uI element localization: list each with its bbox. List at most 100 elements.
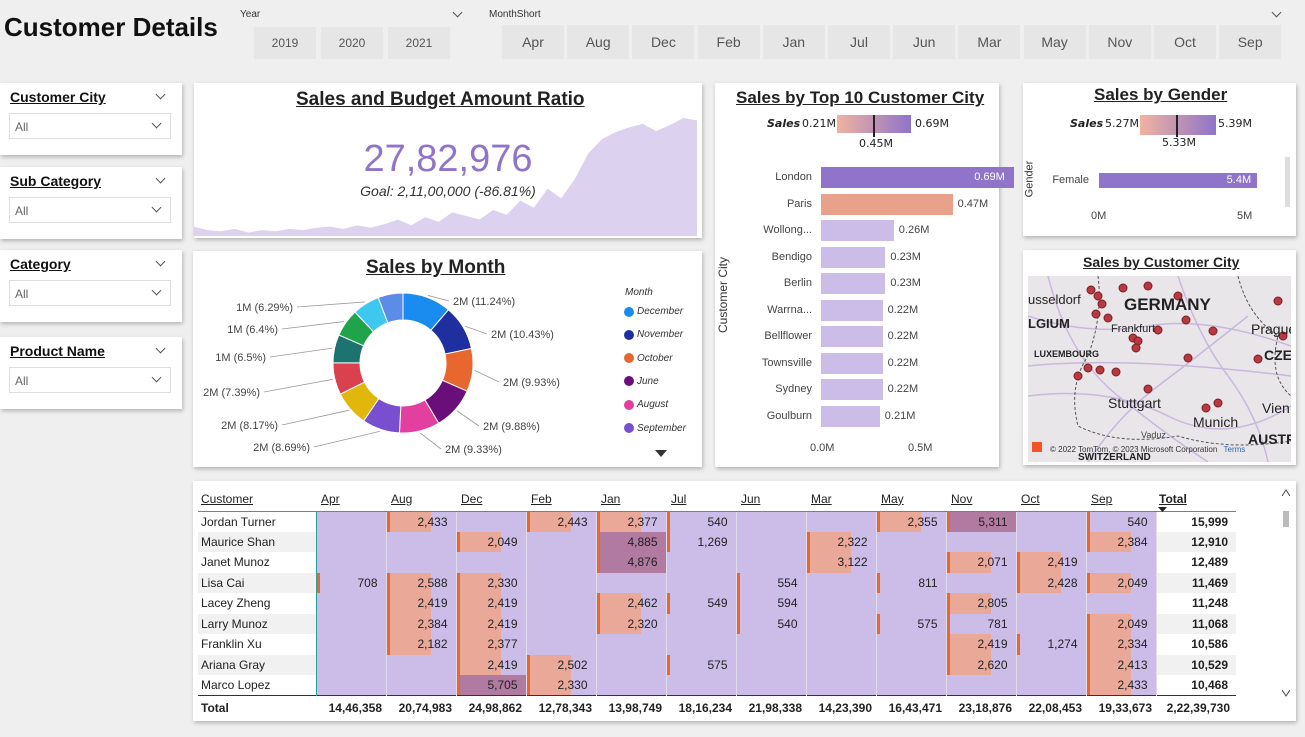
month-tile-dec[interactable]: Dec <box>632 25 695 59</box>
month-tile-jan[interactable]: Jan <box>762 25 825 59</box>
month-tile-nov[interactable]: Nov <box>1088 25 1151 59</box>
donut-label: 2M (9.33%) <box>445 444 502 456</box>
month-tile-feb[interactable]: Feb <box>697 25 760 59</box>
month-tile-apr[interactable]: Apr <box>502 25 564 59</box>
city-bar[interactable] <box>821 299 883 321</box>
col-header-jul[interactable]: Jul <box>666 487 736 512</box>
scrollbar[interactable] <box>1282 489 1290 713</box>
chevron-down-icon[interactable] <box>151 118 162 129</box>
cell-value: 540 <box>1127 514 1148 529</box>
chevron-down-icon[interactable] <box>155 89 166 100</box>
chevron-down-icon[interactable] <box>1271 7 1282 18</box>
map-label-austria: AUSTRI <box>1248 431 1291 447</box>
city-value-label: 0.23M <box>890 250 921 263</box>
chevron-down-icon[interactable] <box>155 343 166 354</box>
legend-item-september[interactable]: September <box>624 423 686 434</box>
scrollbar[interactable] <box>1285 157 1290 207</box>
table-row[interactable]: Janet Munoz 4,876 3,122 2,071 2,419 12,489 <box>198 552 1236 573</box>
table-row[interactable]: Lacey Zheng 2,419 2,419 2,462 549 594 2,805 11,… <box>198 593 1236 614</box>
matrix-cell: 2,443 <box>526 511 597 532</box>
col-header-mar[interactable]: Mar <box>806 487 876 512</box>
terms-link[interactable]: Terms <box>1224 445 1246 454</box>
month-tile-aug[interactable]: Aug <box>567 25 630 59</box>
table-row[interactable]: Jordan Turner 2,433 2,443 2,377 540 2,355 5,31… <box>198 511 1236 532</box>
month-tile-jul[interactable]: Jul <box>828 25 890 59</box>
matrix-grid: Customer Apr Aug Dec Feb Jan Jul Jun Mar May Nov Oc… <box>198 487 1236 720</box>
col-header-aug[interactable]: Aug <box>386 487 456 512</box>
chevron-down-icon[interactable] <box>155 256 166 267</box>
month-tile-sep[interactable]: Sep <box>1219 25 1282 59</box>
cell-databar <box>1086 511 1108 532</box>
col-header-customer[interactable]: Customer <box>198 487 316 512</box>
filter-dropdown[interactable]: All <box>9 113 171 139</box>
table-row[interactable]: Marco Lopez 5,705 2,330 2,433 10,468 <box>198 675 1236 696</box>
year-tile-2019[interactable]: 2019 <box>254 27 316 59</box>
month-tile-oct[interactable]: Oct <box>1154 25 1216 59</box>
col-header-feb[interactable]: Feb <box>526 487 596 512</box>
col-header-jun[interactable]: Jun <box>736 487 806 512</box>
donut-leader-line <box>464 325 488 335</box>
month-tile-may[interactable]: May <box>1023 25 1086 59</box>
map-canvas[interactable]: usseldorf GERMANY LGIUM Frankfurt Prague… <box>1028 276 1291 462</box>
table-row[interactable]: Franklin Xu 2,182 2,377 2,419 1,274 2,334 10,5… <box>198 634 1236 655</box>
filter-dropdown[interactable]: All <box>9 280 171 306</box>
city-bar[interactable] <box>821 352 883 374</box>
year-tile-2021[interactable]: 2021 <box>388 27 450 59</box>
city-bar[interactable] <box>821 246 886 268</box>
filter-dropdown[interactable]: All <box>9 197 171 223</box>
city-bar[interactable] <box>821 405 880 427</box>
cell-value: 2,419 <box>487 657 518 672</box>
city-bar[interactable] <box>821 326 883 347</box>
table-row[interactable]: Larry Munoz 2,384 2,419 2,320 540 575 781 2,049… <box>198 613 1236 634</box>
matrix-cell: 2,419 <box>456 613 527 634</box>
filter-dropdown[interactable]: All <box>9 367 171 393</box>
top-cities-legend: Sales 0.21M 0.69M 0.45M <box>767 115 997 155</box>
matrix-cell: 540 <box>736 613 807 634</box>
col-header-sep[interactable]: Sep <box>1086 487 1156 512</box>
scroll-down-icon[interactable] <box>1282 689 1290 697</box>
city-bar[interactable] <box>821 193 953 215</box>
chevron-down-icon[interactable] <box>452 7 463 18</box>
month-tile-mar[interactable]: Mar <box>958 25 1021 59</box>
city-bar[interactable] <box>821 220 894 241</box>
col-header-apr[interactable]: Apr <box>316 487 386 512</box>
col-header-jan[interactable]: Jan <box>596 487 666 512</box>
matrix-cell <box>526 552 597 573</box>
city-bar[interactable] <box>821 273 886 294</box>
legend-item-november[interactable]: November <box>624 329 683 340</box>
col-header-oct[interactable]: Oct <box>1016 487 1086 512</box>
year-slicer-label: Year <box>240 9 261 20</box>
row-total: 11,469 <box>1156 572 1236 593</box>
city-bar[interactable] <box>821 379 883 400</box>
scroll-thumb[interactable] <box>1283 511 1289 527</box>
legend-item-october[interactable]: October <box>624 353 673 364</box>
table-row[interactable]: Ariana Gray 2,419 2,502 575 2,620 2,413 10,529 <box>198 654 1236 675</box>
legend-item-june[interactable]: June <box>624 376 659 387</box>
legend-item-august[interactable]: August <box>624 399 668 410</box>
scroll-up-icon[interactable] <box>1282 489 1290 497</box>
matrix-cell <box>666 552 737 573</box>
legend-scroll-down-icon[interactable] <box>655 450 667 458</box>
table-row[interactable]: Lisa Cai 708 2,588 2,330 554 811 2,428 2,049 11,… <box>198 572 1236 593</box>
matrix-cell <box>316 675 387 696</box>
matrix-cell: 2,428 <box>1016 572 1087 593</box>
month-tile-jun[interactable]: Jun <box>893 25 956 59</box>
col-header-may[interactable]: May <box>876 487 946 512</box>
chevron-down-icon[interactable] <box>151 285 162 296</box>
chevron-down-icon[interactable] <box>155 173 166 184</box>
matrix-cell <box>596 654 667 675</box>
matrix-cell: 2,049 <box>456 531 527 552</box>
chevron-down-icon[interactable] <box>151 372 162 383</box>
year-tile-2020[interactable]: 2020 <box>321 27 383 59</box>
legend-item-december[interactable]: December <box>624 306 683 317</box>
col-header-dec[interactable]: Dec <box>456 487 526 512</box>
month-total: 18,16,234 <box>666 695 736 720</box>
matrix-cell: 540 <box>666 511 737 532</box>
col-header-nov[interactable]: Nov <box>946 487 1016 512</box>
chevron-down-icon[interactable] <box>151 202 162 213</box>
matrix-cell: 2,049 <box>1086 572 1157 593</box>
sort-desc-icon[interactable] <box>1158 507 1167 513</box>
table-row[interactable]: Maurice Shan 2,049 4,885 1,269 2,322 2,384 12,… <box>198 531 1236 552</box>
cell-value: 2,049 <box>487 534 518 549</box>
col-header-total[interactable]: Total <box>1156 487 1236 513</box>
